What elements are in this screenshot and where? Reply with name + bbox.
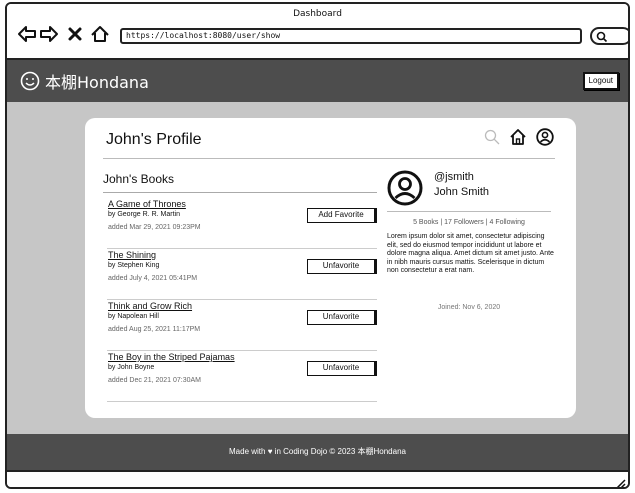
book-author: by John Boyne [108,364,155,371]
book-added-date: added Dec 21, 2021 07:30AM [108,377,202,384]
divider [387,211,551,212]
home-icon[interactable] [509,128,527,146]
user-stats: 5 Books | 17 Followers | 4 Following [413,219,525,226]
list-item: The Shining by Stephen King added July 4… [107,250,377,300]
brand[interactable]: 本棚Hondana [20,69,149,93]
book-title-link[interactable]: A Game of Thrones [108,199,186,209]
book-list: A Game of Thrones by George R. R. Martin… [107,199,377,403]
status-bar [7,470,628,489]
list-item: Think and Grow Rich by Napolean Hill add… [107,301,377,351]
book-title-link[interactable]: The Boy in the Striped Pajamas [108,352,235,362]
browser-chrome: Dashboard https://localhost:8080/user/sh… [7,4,628,60]
logout-button[interactable]: Logout [582,72,619,90]
book-title-link[interactable]: The Shining [108,250,156,260]
smiley-icon [20,71,40,91]
unfavorite-button[interactable]: Unfavorite [307,259,377,274]
book-author: by Stephen King [108,262,160,269]
search-icon[interactable] [484,129,500,145]
main-content: John's Profile John's Books A Game of Th… [7,102,628,434]
divider [103,158,555,159]
page-title: John's Profile [106,131,202,148]
profile-toolbar [484,128,554,146]
browser-window: Dashboard https://localhost:8080/user/sh… [5,2,630,489]
footer: Made with ♥ in Coding Dojo © 2023 本棚Hond… [7,434,628,470]
app-navbar: 本棚Hondana Logout [7,60,628,102]
books-heading: John's Books [103,172,174,186]
book-author: by Napolean Hill [108,313,159,320]
list-item: A Game of Thrones by George R. R. Martin… [107,199,377,249]
forward-arrow-icon[interactable] [39,24,59,44]
resize-grip-icon[interactable] [614,477,626,489]
browser-search-field[interactable] [590,27,628,45]
user-joined-date: Joined: Nov 6, 2020 [437,304,501,311]
book-added-date: added July 4, 2021 05:41PM [108,275,198,282]
user-handle: @jsmith [434,171,474,183]
user-circle-icon[interactable] [536,128,554,146]
close-x-icon[interactable] [65,24,85,44]
profile-card: John's Profile John's Books A Game of Th… [85,118,576,418]
divider [103,192,377,193]
list-item: The Boy in the Striped Pajamas by John B… [107,352,377,402]
url-bar[interactable]: https://localhost:8080/user/show [120,28,582,44]
user-name: John Smith [434,186,490,198]
book-author: by George R. R. Martin [108,211,180,218]
brand-name: 本棚Hondana [45,73,149,92]
unfavorite-button[interactable]: Unfavorite [307,310,377,325]
user-bio: Lorem ipsum dolor sit amet, consectetur … [387,233,554,275]
back-arrow-icon[interactable] [17,24,37,44]
book-added-date: added Aug 25, 2021 11:17PM [108,326,201,333]
search-icon [596,31,608,43]
book-added-date: added Mar 29, 2021 09:23PM [108,224,201,231]
unfavorite-button[interactable]: Unfavorite [307,361,377,376]
home-icon[interactable] [90,24,110,44]
user-avatar-icon [387,170,423,206]
book-title-link[interactable]: Think and Grow Rich [108,301,192,311]
add-favorite-button[interactable]: Add Favorite [307,208,377,223]
window-title: Dashboard [293,9,342,19]
